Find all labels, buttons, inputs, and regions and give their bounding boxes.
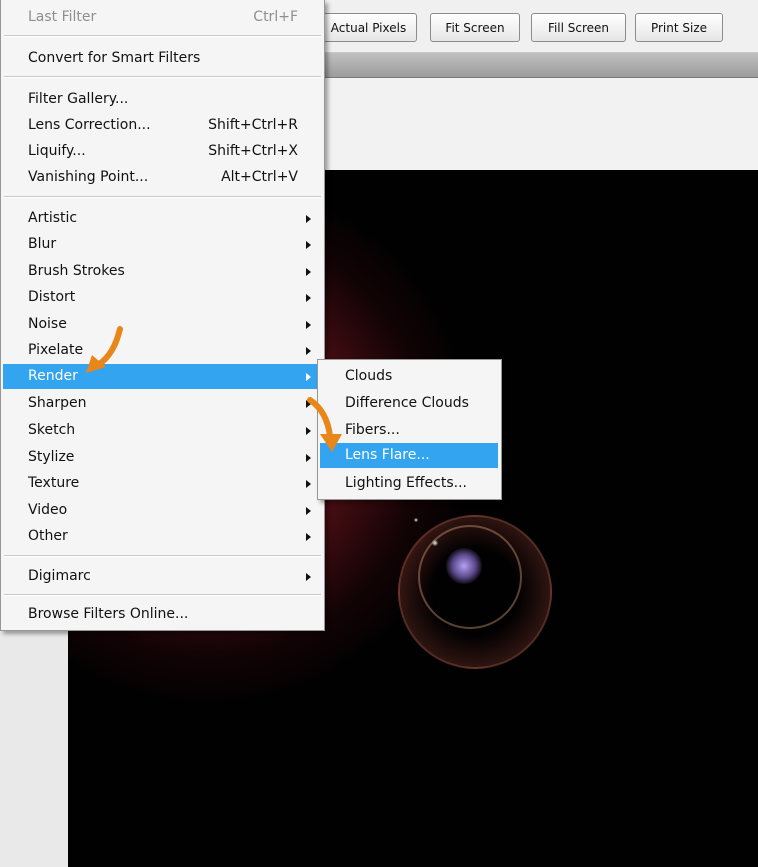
submenu-arrow-icon (306, 480, 311, 488)
menu-item-shortcut: Alt+Ctrl+V (221, 169, 298, 185)
menu-separator (4, 196, 321, 198)
menu-item-blur[interactable]: Blur (3, 232, 322, 257)
submenu-arrow-icon (306, 215, 311, 223)
menu-item-label: Brush Strokes (28, 263, 125, 279)
submenu-item-label: Lens Flare... (345, 447, 430, 463)
menu-item-artistic[interactable]: Artistic (3, 206, 322, 231)
menu-item-label: Blur (28, 236, 57, 252)
submenu-item-label: Fibers... (345, 422, 400, 438)
submenu-arrow-icon (306, 373, 311, 381)
menu-item-label: Digimarc (28, 568, 91, 584)
menu-item-pixelate[interactable]: Pixelate (3, 338, 322, 363)
menu-item-label: Pixelate (28, 342, 84, 358)
menu-separator (4, 76, 321, 78)
menu-item-shortcut: Shift+Ctrl+R (208, 117, 298, 133)
menu-item-label: Video (28, 502, 68, 518)
menu-item-distort[interactable]: Distort (3, 285, 322, 310)
menu-item-video[interactable]: Video (3, 498, 322, 523)
filter-menu: Last Filter Ctrl+F Convert for Smart Fil… (0, 0, 325, 631)
submenu-item-lighting-effects[interactable]: Lighting Effects... (320, 471, 498, 496)
menu-item-label: Lens Correction... (28, 117, 151, 133)
menu-separator (4, 594, 321, 596)
menu-item-label: Browse Filters Online... (28, 606, 189, 622)
menu-item-sketch[interactable]: Sketch (3, 418, 322, 443)
menu-item-label: Sketch (28, 422, 76, 438)
flare-spark (414, 518, 418, 522)
fit-screen-button[interactable]: Fit Screen (430, 13, 520, 42)
menu-item-shortcut: Shift+Ctrl+X (208, 143, 298, 159)
submenu-arrow-icon (306, 268, 311, 276)
menu-separator (4, 35, 321, 37)
menu-item-liquify[interactable]: Liquify... Shift+Ctrl+X (3, 139, 322, 164)
menu-item-vanishing-point[interactable]: Vanishing Point... Alt+Ctrl+V (3, 165, 322, 190)
submenu-item-clouds[interactable]: Clouds (320, 364, 498, 389)
submenu-arrow-icon (306, 507, 311, 515)
menu-item-render[interactable]: Render (3, 364, 322, 389)
menu-item-last-filter[interactable]: Last Filter Ctrl+F (3, 5, 322, 30)
orange-pointer-arrow-icon (307, 397, 342, 452)
menu-item-brush-strokes[interactable]: Brush Strokes (3, 259, 322, 284)
menu-item-label: Other (28, 528, 68, 544)
menu-item-other[interactable]: Other (3, 524, 322, 549)
submenu-item-label: Clouds (345, 368, 393, 384)
menu-item-label: Last Filter (28, 9, 97, 25)
menu-item-label: Artistic (28, 210, 78, 226)
submenu-arrow-icon (306, 533, 311, 541)
menu-item-label: Stylize (28, 449, 75, 465)
menu-item-noise[interactable]: Noise (3, 312, 322, 337)
fill-screen-button[interactable]: Fill Screen (531, 13, 626, 42)
flare-spark (432, 540, 438, 546)
print-size-button[interactable]: Print Size (635, 13, 723, 42)
menu-item-filter-gallery[interactable]: Filter Gallery... (3, 87, 322, 112)
menu-item-label: Render (28, 368, 78, 384)
menu-item-label: Liquify... (28, 143, 86, 159)
submenu-arrow-icon (306, 347, 311, 355)
orange-pointer-arrow-icon (86, 326, 123, 373)
menu-item-lens-correction[interactable]: Lens Correction... Shift+Ctrl+R (3, 113, 322, 138)
menu-item-label: Sharpen (28, 395, 87, 411)
menu-item-digimarc[interactable]: Digimarc (3, 564, 322, 589)
menu-separator (4, 555, 321, 557)
menu-item-stylize[interactable]: Stylize (3, 445, 322, 470)
menu-item-sharpen[interactable]: Sharpen (3, 391, 322, 416)
lens-flare-center (446, 548, 482, 584)
submenu-arrow-icon (306, 294, 311, 302)
menu-item-shortcut: Ctrl+F (253, 9, 298, 25)
menu-item-texture[interactable]: Texture (3, 471, 322, 496)
menu-item-label: Noise (28, 316, 67, 332)
submenu-arrow-icon (306, 241, 311, 249)
submenu-arrow-icon (306, 573, 311, 581)
menu-item-browse-filters-online[interactable]: Browse Filters Online... (3, 602, 322, 627)
menu-item-label: Texture (28, 475, 80, 491)
menu-item-convert-smart-filters[interactable]: Convert for Smart Filters (3, 46, 322, 71)
submenu-item-label: Difference Clouds (345, 395, 469, 411)
menu-item-label: Vanishing Point... (28, 169, 149, 185)
menu-item-label: Filter Gallery... (28, 91, 129, 107)
submenu-item-label: Lighting Effects... (345, 475, 467, 491)
submenu-arrow-icon (306, 321, 311, 329)
menu-item-label: Convert for Smart Filters (28, 50, 201, 66)
menu-item-label: Distort (28, 289, 76, 305)
actual-pixels-button[interactable]: Actual Pixels (320, 13, 417, 42)
